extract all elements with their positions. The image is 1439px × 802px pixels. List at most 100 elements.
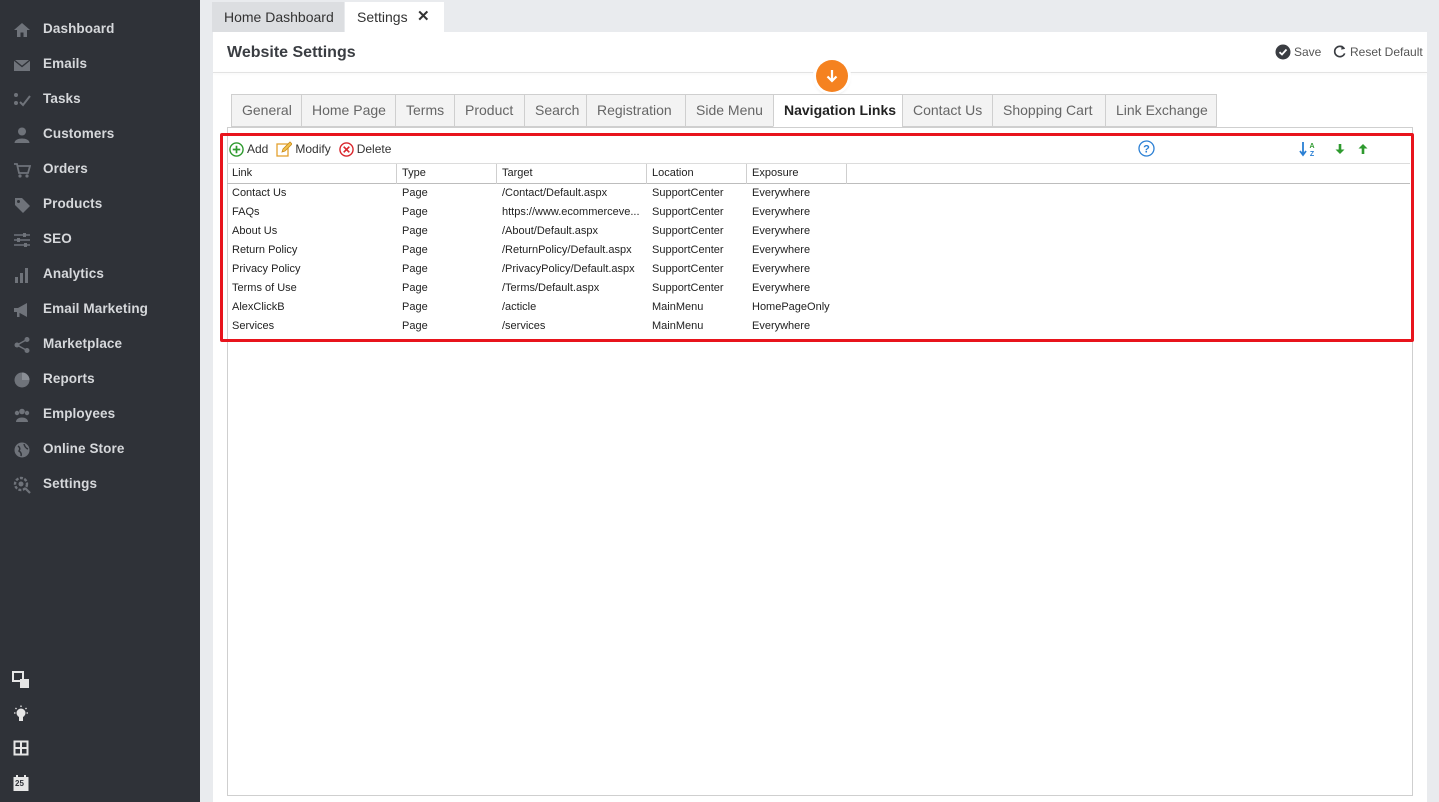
sidebar-item-marketplace[interactable]: Marketplace bbox=[0, 327, 200, 362]
sidebar-item-employees[interactable]: Employees bbox=[0, 397, 200, 432]
sidebar-item-label: Email Marketing bbox=[43, 301, 149, 316]
help-icon[interactable]: ? bbox=[1138, 140, 1155, 157]
column-header-exposure[interactable]: Exposure bbox=[747, 164, 847, 184]
tab-contact-us[interactable]: Contact Us bbox=[902, 94, 992, 127]
cell-location: SupportCenter bbox=[652, 282, 724, 294]
table-row[interactable]: About Us Page /About/Default.aspx Suppor… bbox=[227, 222, 1410, 241]
sidebar-item-label: Dashboard bbox=[43, 21, 115, 36]
sidebar-item-analytics[interactable]: Analytics bbox=[0, 257, 200, 292]
cell-link: FAQs bbox=[232, 206, 260, 218]
sidebar-item-customers[interactable]: Customers bbox=[0, 117, 200, 152]
tab-home-dashboard[interactable]: Home Dashboard bbox=[212, 2, 344, 32]
tab-shopping-cart[interactable]: Shopping Cart bbox=[992, 94, 1105, 127]
table-row[interactable]: AlexClickB Page /acticle MainMenu HomePa… bbox=[227, 298, 1410, 317]
sidebar-item-emails[interactable]: Emails bbox=[0, 47, 200, 82]
move-down-icon[interactable] bbox=[1334, 143, 1346, 155]
tab-general[interactable]: General bbox=[231, 94, 301, 127]
sidebar-item-label: Online Store bbox=[43, 441, 125, 456]
sidebar-item-online-store[interactable]: Online Store bbox=[0, 432, 200, 467]
globe-icon bbox=[14, 442, 30, 458]
reset-default-button[interactable]: Reset Default bbox=[1332, 44, 1423, 59]
gear-search-icon bbox=[13, 476, 31, 494]
cell-target: /ReturnPolicy/Default.aspx bbox=[502, 244, 632, 256]
tab-side-menu[interactable]: Side Menu bbox=[685, 94, 773, 127]
lightbulb-icon[interactable] bbox=[12, 705, 30, 723]
sidebar-item-tasks[interactable]: Tasks bbox=[0, 82, 200, 117]
collapse-header-button[interactable] bbox=[816, 60, 848, 92]
sidebar-item-seo[interactable]: SEO bbox=[0, 222, 200, 257]
cell-link: About Us bbox=[232, 225, 278, 237]
cell-type: Page bbox=[402, 301, 428, 313]
calculator-icon[interactable] bbox=[12, 739, 30, 757]
cart-icon bbox=[14, 163, 31, 178]
tab-search[interactable]: Search bbox=[524, 94, 586, 127]
table-row[interactable]: FAQs Page https://www.ecommerceve... Sup… bbox=[227, 203, 1410, 222]
table-row[interactable]: Terms of Use Page /Terms/Default.aspx Su… bbox=[227, 279, 1410, 298]
cell-location: MainMenu bbox=[652, 320, 704, 332]
cell-target: /PrivacyPolicy/Default.aspx bbox=[502, 263, 635, 275]
sidebar-item-settings[interactable]: Settings bbox=[0, 467, 200, 502]
sidebar-item-products[interactable]: Products bbox=[0, 187, 200, 222]
tab-product[interactable]: Product bbox=[454, 94, 524, 127]
arrow-down-icon bbox=[826, 70, 838, 83]
cell-exposure: HomePageOnly bbox=[752, 301, 830, 313]
cell-link: Return Policy bbox=[232, 244, 298, 256]
table-row[interactable]: Return Policy Page /ReturnPolicy/Default… bbox=[227, 241, 1410, 260]
sidebar-item-label: Tasks bbox=[43, 91, 81, 106]
cell-type: Page bbox=[402, 320, 428, 332]
delete-circle-icon bbox=[338, 141, 354, 157]
cell-location: SupportCenter bbox=[652, 244, 724, 256]
settings-panel: Website Settings Save Reset Default Gene… bbox=[213, 32, 1427, 802]
tab-terms[interactable]: Terms bbox=[395, 94, 454, 127]
svg-text:Z: Z bbox=[1310, 151, 1315, 158]
check-circle-icon bbox=[1275, 44, 1291, 60]
save-button[interactable]: Save bbox=[1275, 44, 1321, 60]
cell-location: SupportCenter bbox=[652, 206, 724, 218]
close-icon[interactable]: ✕ bbox=[417, 2, 430, 32]
cell-target: /acticle bbox=[502, 301, 537, 313]
sidebar-item-email-marketing[interactable]: Email Marketing bbox=[0, 292, 200, 327]
add-button[interactable]: Add bbox=[229, 140, 268, 158]
sidebar-item-label: Marketplace bbox=[43, 336, 123, 351]
tab-registration[interactable]: Registration bbox=[586, 94, 685, 127]
column-header-target[interactable]: Target bbox=[497, 164, 647, 184]
cell-type: Page bbox=[402, 187, 428, 199]
sort-az-icon[interactable]: AZ bbox=[1299, 140, 1317, 158]
sidebar-item-orders[interactable]: Orders bbox=[0, 152, 200, 187]
cell-location: SupportCenter bbox=[652, 225, 724, 237]
tab-home-page[interactable]: Home Page bbox=[301, 94, 395, 127]
tab-settings[interactable]: Settings ✕ bbox=[345, 2, 444, 32]
add-circle-icon bbox=[229, 141, 244, 157]
windows-icon[interactable] bbox=[12, 671, 30, 689]
share-icon bbox=[14, 337, 30, 353]
cell-exposure: Everywhere bbox=[752, 206, 811, 218]
column-header-link[interactable]: Link bbox=[227, 164, 397, 184]
sidebar-item-label: Emails bbox=[43, 56, 88, 71]
modify-button[interactable]: Modify bbox=[276, 140, 331, 158]
tab-navigation-links[interactable]: Navigation Links bbox=[773, 94, 902, 127]
refresh-icon bbox=[1333, 45, 1346, 58]
sidebar-item-label: SEO bbox=[43, 231, 72, 246]
tab-link-exchange[interactable]: Link Exchange bbox=[1105, 94, 1217, 127]
sidebar-item-dashboard[interactable]: Dashboard bbox=[0, 12, 200, 47]
column-header-location[interactable]: Location bbox=[647, 164, 747, 184]
delete-button[interactable]: Delete bbox=[338, 140, 391, 158]
sidebar-item-reports[interactable]: Reports bbox=[0, 362, 200, 397]
cell-target: /Contact/Default.aspx bbox=[502, 187, 608, 199]
sidebar-item-label: Analytics bbox=[43, 266, 104, 281]
megaphone-icon bbox=[14, 303, 27, 317]
table-row[interactable]: Privacy Policy Page /PrivacyPolicy/Defau… bbox=[227, 260, 1410, 279]
move-up-icon[interactable] bbox=[1357, 143, 1369, 155]
tab-label: Settings bbox=[357, 9, 408, 25]
users-icon bbox=[14, 408, 30, 422]
calendar-icon[interactable]: 25 bbox=[12, 774, 30, 792]
cell-target: /services bbox=[502, 320, 546, 332]
cell-type: Page bbox=[402, 225, 428, 237]
cell-exposure: Everywhere bbox=[752, 263, 811, 275]
column-header-type[interactable]: Type bbox=[397, 164, 497, 184]
table-row[interactable]: Contact Us Page /Contact/Default.aspx Su… bbox=[227, 184, 1410, 203]
table-row[interactable]: Services Page /services MainMenu Everywh… bbox=[227, 317, 1410, 336]
cell-link: Privacy Policy bbox=[232, 263, 301, 275]
bar-chart-icon bbox=[15, 268, 28, 283]
sidebar-item-label: Customers bbox=[43, 126, 115, 141]
